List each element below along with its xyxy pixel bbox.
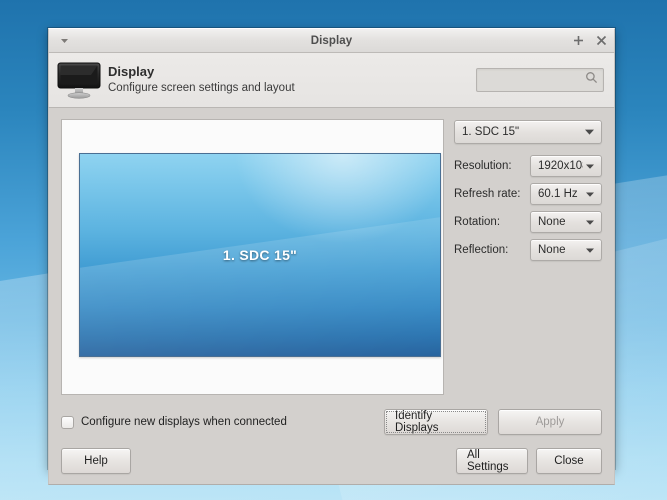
chevron-down-icon (583, 220, 601, 225)
window-title: Display (49, 35, 614, 47)
control-row-rotation: Rotation: None (454, 210, 602, 234)
identify-displays-button[interactable]: Identify Displays (384, 409, 488, 435)
options-row: Configure new displays when connected Id… (61, 409, 602, 435)
rotation-label: Rotation: (454, 216, 530, 228)
resolution-value: 1920x1080 (531, 160, 583, 172)
all-settings-button[interactable]: All Settings (456, 448, 528, 474)
resolution-dropdown[interactable]: 1920x1080 (530, 155, 602, 177)
dialog-header: Display Configure screen settings and la… (48, 53, 615, 108)
monitor-preview-label: 1. SDC 15" (80, 247, 440, 263)
chevron-down-icon (583, 248, 601, 253)
lower-section: Configure new displays when connected Id… (61, 395, 602, 474)
chevron-down-icon (583, 164, 601, 169)
display-controls: 1. SDC 15" Resolution: 1920x1080 (454, 119, 602, 395)
display-settings-window: Display (48, 28, 615, 469)
chevron-down-icon (582, 129, 601, 135)
dialog-body: 1. SDC 15" 1. SDC 15" Resolut (48, 108, 615, 485)
header-text-group: Display Configure screen settings and la… (108, 64, 295, 95)
configure-new-displays-label: Configure new displays when connected (81, 416, 287, 428)
refresh-rate-label: Refresh rate: (454, 188, 530, 200)
reflection-label: Reflection: (454, 244, 530, 256)
window-titlebar[interactable]: Display (48, 28, 615, 53)
refresh-rate-dropdown[interactable]: 60.1 Hz (530, 183, 602, 205)
desktop-background: Display (0, 0, 667, 500)
footer-buttons: Help All Settings Close (61, 448, 602, 474)
chevron-down-icon[interactable] (55, 32, 73, 50)
rotation-value: None (531, 216, 583, 228)
search-input[interactable] (482, 73, 585, 87)
refresh-rate-value: 60.1 Hz (531, 188, 583, 200)
monitor-preview-1[interactable]: 1. SDC 15" (79, 153, 441, 357)
maximize-icon[interactable] (571, 34, 585, 48)
control-row-reflection: Reflection: None (454, 238, 602, 262)
close-icon[interactable] (594, 34, 608, 48)
search-box[interactable] (476, 68, 604, 92)
monitor-selector-value: 1. SDC 15" (455, 126, 582, 138)
monitor-icon (57, 60, 101, 100)
page-title: Display (108, 64, 295, 80)
resolution-label: Resolution: (454, 160, 530, 172)
search-icon (585, 71, 598, 89)
control-row-refresh-rate: Refresh rate: 60.1 Hz (454, 182, 602, 206)
chevron-down-icon (583, 192, 601, 197)
apply-button[interactable]: Apply (498, 409, 602, 435)
window-controls (571, 34, 608, 48)
configure-new-displays-checkbox[interactable] (61, 416, 74, 429)
control-row-resolution: Resolution: 1920x1080 (454, 154, 602, 178)
help-button[interactable]: Help (61, 448, 131, 474)
upper-section: 1. SDC 15" 1. SDC 15" Resolut (61, 119, 602, 395)
display-arrangement-panel[interactable]: 1. SDC 15" (61, 119, 444, 395)
page-subtitle: Configure screen settings and layout (108, 81, 295, 96)
reflection-value: None (531, 244, 583, 256)
reflection-dropdown[interactable]: None (530, 239, 602, 261)
close-button[interactable]: Close (536, 448, 602, 474)
monitor-selector-dropdown[interactable]: 1. SDC 15" (454, 120, 602, 144)
rotation-dropdown[interactable]: None (530, 211, 602, 233)
